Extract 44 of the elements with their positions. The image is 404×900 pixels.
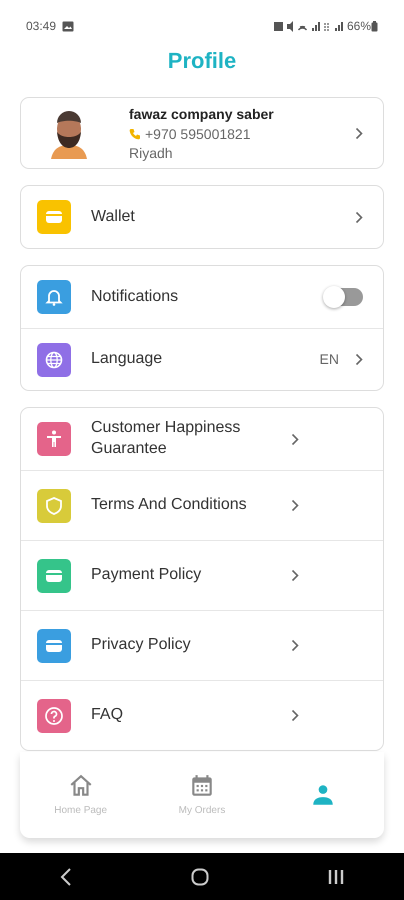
gallery-icon bbox=[62, 20, 74, 32]
chevron-right-icon bbox=[355, 353, 363, 366]
signal-icon bbox=[310, 20, 320, 32]
profile-city: Riyadh bbox=[129, 144, 174, 162]
recent-apps-icon bbox=[328, 868, 344, 884]
home-icon bbox=[68, 772, 94, 798]
battery-level: 66% bbox=[346, 18, 371, 35]
toggle-switch[interactable] bbox=[325, 288, 363, 306]
row-label: Customer Happiness Guarantee bbox=[91, 418, 242, 459]
chevron-right-icon bbox=[355, 210, 363, 224]
status-time: 03:49 bbox=[26, 18, 56, 35]
page-title: Profile bbox=[166, 47, 238, 75]
row-label: Payment Policy bbox=[91, 565, 202, 586]
settings-row[interactable]: Customer Happiness Guarantee bbox=[21, 408, 383, 470]
settings-row[interactable]: Terms And Conditions bbox=[21, 470, 383, 540]
chevron-right-icon bbox=[291, 639, 299, 652]
phone-icon bbox=[129, 128, 141, 140]
settings-row[interactable]: Payment Policy bbox=[21, 540, 383, 610]
row-label: Terms And Conditions bbox=[91, 495, 248, 516]
language-value: EN bbox=[320, 350, 339, 369]
row-label: Wallet bbox=[91, 206, 136, 227]
back-icon bbox=[60, 868, 72, 886]
row-label: Notifications bbox=[91, 286, 180, 307]
settings-row[interactable]: Wallet bbox=[21, 186, 383, 248]
settings-row[interactable]: Notifications bbox=[21, 266, 383, 328]
settings-row[interactable]: Language EN bbox=[21, 328, 383, 390]
chevron-right-icon bbox=[355, 126, 363, 140]
home-button-icon bbox=[190, 868, 209, 886]
chevron-right-icon bbox=[291, 432, 299, 446]
row-label: Privacy Policy bbox=[91, 635, 192, 656]
chevron-right-icon bbox=[291, 499, 299, 512]
data-icon bbox=[324, 20, 330, 32]
phone-number: +970 595001821 bbox=[145, 124, 250, 144]
row-label: FAQ bbox=[91, 705, 124, 726]
settings-row[interactable]: Privacy Policy bbox=[21, 610, 383, 680]
signal-icon bbox=[334, 20, 343, 32]
chevron-right-icon bbox=[291, 709, 299, 722]
profile-name: fawaz company saber bbox=[129, 104, 275, 124]
settings-row[interactable]: FAQ bbox=[21, 680, 383, 750]
battery-icon bbox=[371, 20, 378, 32]
row-label: Language bbox=[91, 349, 164, 370]
mute-icon bbox=[286, 20, 294, 32]
profile-card[interactable]: fawaz company saber +970 595001821 Riyadh bbox=[20, 97, 384, 169]
chevron-right-icon bbox=[291, 569, 299, 582]
